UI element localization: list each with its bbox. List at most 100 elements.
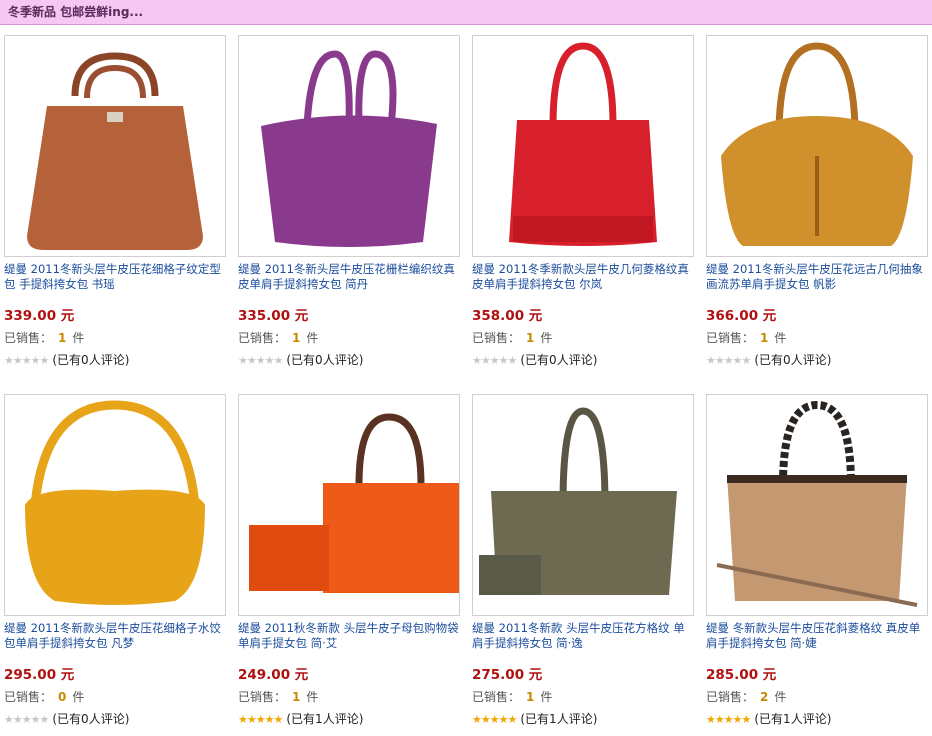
star-rating: ★★★★★	[238, 712, 284, 728]
purple-tote-bag-icon	[239, 36, 459, 256]
sales-count: 已销售： 1 件	[238, 330, 460, 346]
sold-label: 已销售：	[706, 331, 755, 345]
review-count-link[interactable]: (已有0人评论)	[286, 353, 363, 367]
product-price: 285.00 元	[706, 667, 777, 683]
sold-unit: 件	[774, 331, 787, 345]
star-icon: ★	[21, 354, 32, 367]
sales-count: 已销售： 1 件	[706, 330, 928, 346]
review-count-link[interactable]: (已有0人评论)	[754, 353, 831, 367]
star-rating: ★★★★★	[706, 353, 752, 369]
review-count-link[interactable]: (已有0人评论)	[520, 353, 597, 367]
star-icon: ★	[264, 713, 275, 726]
product-card: 缇曼 2011冬新头层牛皮压花栅栏编织纹真皮单肩手提斜挎女包 简丹 335.00…	[238, 35, 460, 368]
star-icon: ★	[741, 354, 752, 367]
star-rating: ★★★★★	[472, 712, 517, 728]
product-price: 295.00 元	[4, 667, 75, 683]
sold-number: 1	[526, 690, 535, 704]
sales-count: 已销售： 0 件	[4, 689, 226, 705]
star-icon: ★	[723, 713, 734, 726]
star-icon: ★	[21, 713, 32, 726]
sold-unit: 件	[540, 331, 553, 345]
review-count-link[interactable]: (已有1人评论)	[520, 712, 597, 726]
product-image-box[interactable]	[4, 394, 226, 616]
star-icon: ★	[273, 713, 284, 726]
review-count-link[interactable]: (已有0人评论)	[52, 712, 129, 726]
sold-unit: 件	[306, 690, 319, 704]
product-image[interactable]	[5, 36, 225, 256]
sales-count: 已销售： 2 件	[706, 689, 928, 705]
product-image[interactable]	[707, 36, 927, 256]
star-icon: ★	[246, 354, 257, 367]
product-image[interactable]	[707, 395, 927, 615]
star-icon: ★	[498, 354, 509, 367]
sold-unit: 件	[540, 690, 553, 704]
product-card: 缇曼 2011冬新头层牛皮压花远古几何抽象画流苏单肩手提女包 帆影 366.00…	[706, 35, 928, 368]
sold-label: 已销售：	[4, 331, 53, 345]
product-price: 275.00 元	[472, 667, 543, 683]
review-count-link[interactable]: (已有1人评论)	[286, 712, 363, 726]
star-rating: ★★★★★	[238, 353, 283, 369]
star-icon: ★	[472, 354, 482, 367]
product-title-link[interactable]: 缇曼 2011冬新头层牛皮压花栅栏编织纹真皮单肩手提斜挎女包 简丹	[238, 262, 460, 294]
product-image-box[interactable]	[238, 394, 460, 616]
yellow-hobo-bag-icon	[5, 395, 225, 615]
rating-row: ★★★★★ (已有0人评论)	[472, 352, 694, 368]
product-price: 339.00 元	[4, 308, 75, 324]
product-card: 缇曼 2011秋冬新款 头层牛皮子母包购物袋 单肩手提女包 简·艾 249.00…	[238, 394, 460, 727]
product-price: 335.00 元	[238, 308, 309, 324]
product-image-box[interactable]	[706, 394, 928, 616]
product-title-link[interactable]: 缇曼 2011秋冬新款 头层牛皮子母包购物袋 单肩手提女包 简·艾	[238, 621, 460, 653]
section-banner: 冬季新品 包邮尝鲜ing...	[0, 0, 932, 25]
sold-number: 1	[292, 690, 301, 704]
product-title-link[interactable]: 缇曼 2011冬新头层牛皮压花远古几何抽象画流苏单肩手提女包 帆影	[706, 262, 928, 294]
product-title-link[interactable]: 缇曼 2011冬新款 头层牛皮压花方格纹 单肩手提斜挎女包 简·逸	[472, 621, 694, 653]
product-image-box[interactable]	[472, 35, 694, 257]
star-rating: ★★★★★	[4, 353, 50, 369]
product-image[interactable]	[473, 395, 693, 615]
product-card: 缇曼 2011冬新头层牛皮压花细格子纹定型包 手提斜挎女包 书瑶 339.00 …	[4, 35, 226, 368]
product-image[interactable]	[473, 36, 693, 256]
sold-number: 1	[292, 331, 301, 345]
star-icon: ★	[732, 713, 743, 726]
product-image-box[interactable]	[706, 35, 928, 257]
star-icon: ★	[472, 713, 482, 726]
product-image[interactable]	[239, 395, 459, 615]
product-image[interactable]	[5, 395, 225, 615]
product-image-box[interactable]	[238, 35, 460, 257]
star-icon: ★	[706, 354, 716, 367]
star-icon: ★	[238, 354, 248, 367]
sold-label: 已销售：	[706, 690, 755, 704]
sold-unit: 件	[72, 331, 85, 345]
olive-tote-bag-icon	[473, 395, 693, 615]
review-count-link[interactable]: (已有0人评论)	[52, 353, 129, 367]
star-icon: ★	[507, 354, 518, 367]
sales-count: 已销售： 1 件	[4, 330, 226, 346]
star-icon: ★	[480, 713, 491, 726]
star-rating: ★★★★★	[4, 712, 50, 728]
star-icon: ★	[723, 354, 734, 367]
star-icon: ★	[39, 713, 50, 726]
product-title-link[interactable]: 缇曼 2011冬新款头层牛皮压花细格子水饺包单肩手提斜挎女包 凡梦	[4, 621, 226, 653]
rating-row: ★★★★★ (已有1人评论)	[706, 711, 928, 727]
star-icon: ★	[238, 713, 248, 726]
beige-tote-bag-icon	[707, 395, 927, 615]
sold-unit: 件	[774, 690, 787, 704]
rating-row: ★★★★★ (已有0人评论)	[706, 352, 928, 368]
star-rating: ★★★★★	[472, 353, 518, 369]
product-image[interactable]	[239, 36, 459, 256]
star-icon: ★	[39, 354, 50, 367]
star-rating: ★★★★★	[706, 712, 752, 728]
star-icon: ★	[255, 354, 266, 367]
star-icon: ★	[732, 354, 743, 367]
product-image-box[interactable]	[4, 35, 226, 257]
sold-number: 0	[58, 690, 67, 704]
product-card: 缇曼 2011冬新款头层牛皮压花细格子水饺包单肩手提斜挎女包 凡梦 295.00…	[4, 394, 226, 727]
product-title-link[interactable]: 缇曼 2011冬季新款头层牛皮几何菱格纹真皮单肩手提斜挎女包 尔岚	[472, 262, 694, 294]
star-icon: ★	[30, 713, 41, 726]
product-title-link[interactable]: 缇曼 2011冬新头层牛皮压花细格子纹定型包 手提斜挎女包 书瑶	[4, 262, 226, 294]
review-count-link[interactable]: (已有1人评论)	[754, 712, 831, 726]
banner-title: 冬季新品 包邮尝鲜ing...	[8, 5, 144, 19]
star-icon: ★	[741, 713, 752, 726]
product-image-box[interactable]	[472, 394, 694, 616]
product-title-link[interactable]: 缇曼 冬新款头层牛皮压花斜菱格纹 真皮单肩手提斜挎女包 简·婕	[706, 621, 928, 653]
